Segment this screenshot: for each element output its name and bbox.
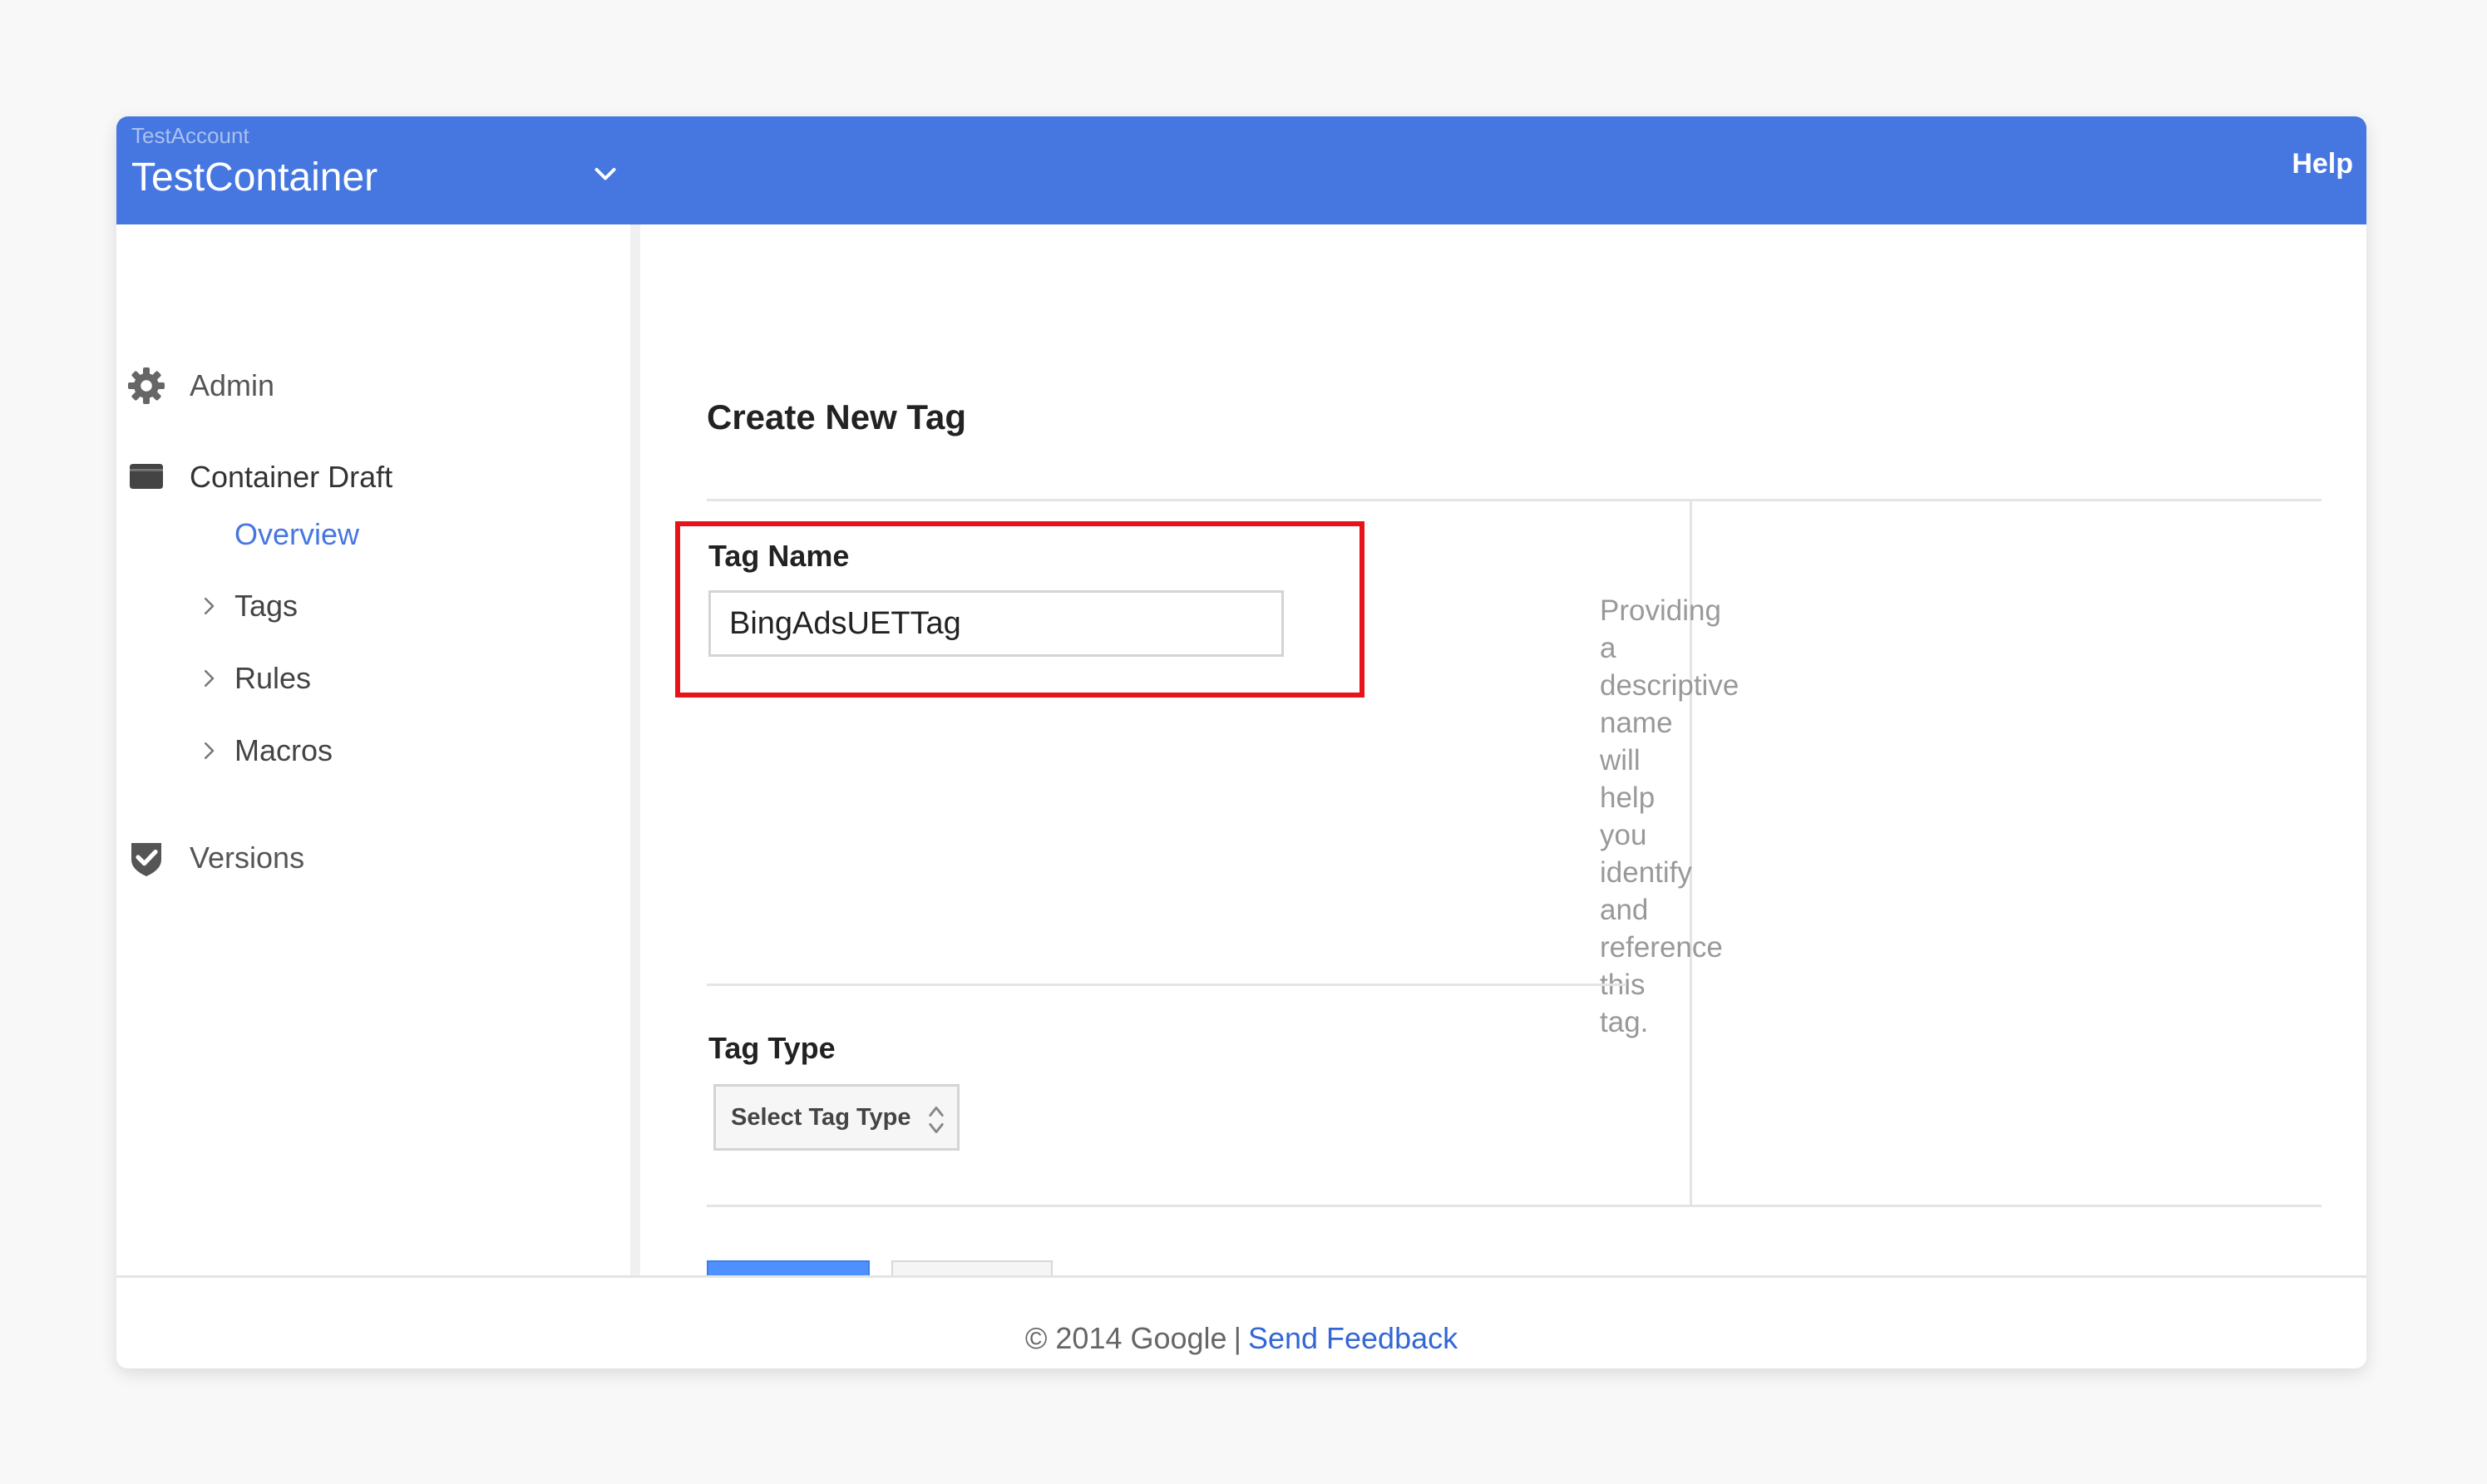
chevron-right-icon	[205, 742, 215, 759]
divider	[707, 499, 2322, 501]
footer: © 2014 Google | Send Feedback	[116, 1275, 2366, 1368]
tag-name-label: Tag Name	[708, 539, 850, 573]
chevron-right-icon	[205, 670, 215, 687]
sidebar-item-overview[interactable]: Overview	[234, 517, 359, 552]
chevron-right-icon	[205, 598, 215, 614]
chevron-down-icon[interactable]	[590, 160, 620, 190]
sidebar: Admin Container Draft Overview Tags Rule…	[116, 224, 640, 1275]
sidebar-item-admin[interactable]: Admin	[126, 366, 274, 406]
sidebar-item-label: Versions	[190, 841, 305, 875]
help-link[interactable]: Help	[2292, 148, 2353, 180]
main-content: Create New Tag Tag Name Providing a desc…	[640, 224, 2366, 1325]
top-header: TestAccount TestContainer Help	[116, 116, 2366, 224]
divider	[707, 1205, 2322, 1207]
account-name: TestAccount	[131, 123, 249, 148]
tag-type-selected: Select Tag Type	[731, 1103, 911, 1131]
sidebar-item-label: Admin	[190, 368, 275, 402]
updown-arrows-icon	[929, 1107, 944, 1133]
sidebar-item-macros[interactable]: Macros	[196, 733, 333, 768]
sidebar-item-label: Tags	[234, 589, 299, 623]
sidebar-item-label: Macros	[234, 733, 333, 767]
copyright-text: © 2014 Google	[1024, 1321, 1227, 1355]
tag-name-input[interactable]	[708, 590, 1284, 657]
shield-check-icon	[131, 843, 161, 876]
tag-name-hint: Providing a descriptive name will help y…	[1600, 594, 1739, 1038]
tag-type-select[interactable]: Select Tag Type	[713, 1084, 960, 1151]
sidebar-item-versions[interactable]: Versions	[126, 838, 304, 878]
footer-separator: |	[1233, 1321, 1241, 1355]
sidebar-item-rules[interactable]: Rules	[196, 661, 311, 696]
sidebar-item-label: Container Draft	[190, 460, 393, 494]
tag-type-label: Tag Type	[708, 1031, 836, 1065]
footer-text: © 2014 Google | Send Feedback	[116, 1321, 2366, 1356]
app-window: TestAccount TestContainer Help Admin Con…	[116, 116, 2366, 1368]
gear-icon	[128, 367, 165, 404]
send-feedback-link[interactable]: Send Feedback	[1248, 1321, 1458, 1355]
container-selector[interactable]: TestContainer	[131, 155, 377, 200]
sidebar-item-label: Rules	[234, 661, 312, 695]
sidebar-item-tags[interactable]: Tags	[196, 589, 298, 624]
divider	[707, 984, 1626, 986]
folder-icon	[130, 464, 163, 489]
sidebar-item-container-draft[interactable]: Container Draft	[126, 457, 392, 497]
page-title: Create New Tag	[707, 397, 966, 436]
